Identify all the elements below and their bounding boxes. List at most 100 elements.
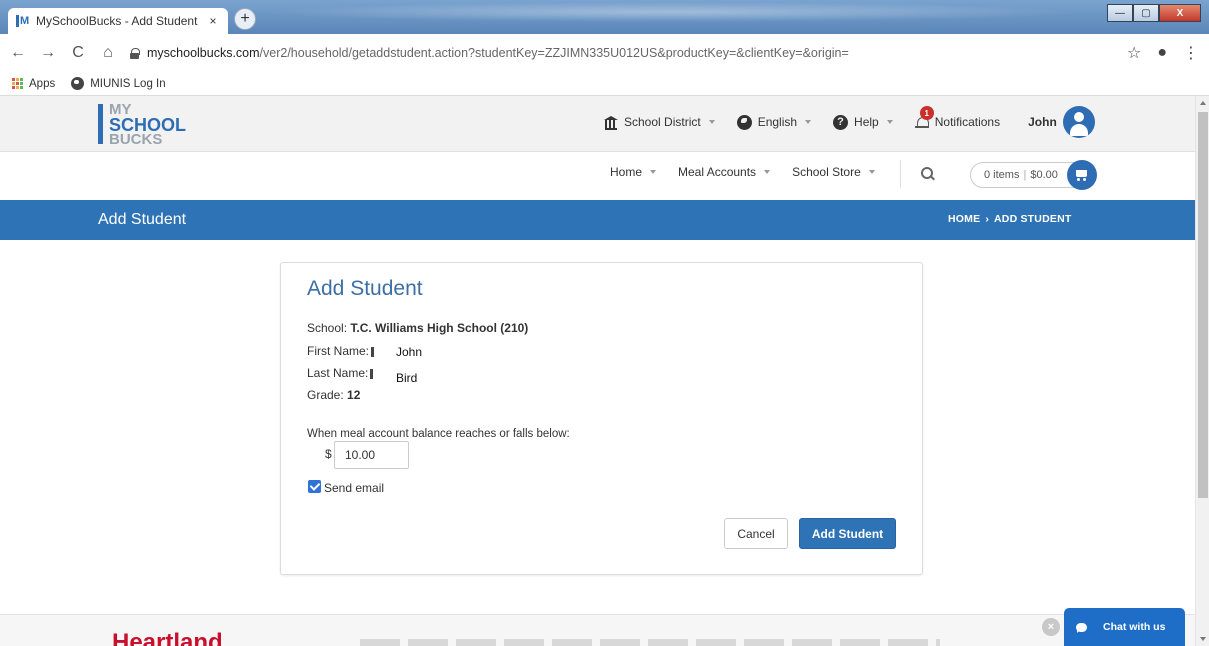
school-district-label: School District	[624, 115, 701, 129]
url-host: myschoolbucks.com	[147, 46, 260, 60]
school-label: School:	[307, 321, 348, 335]
chevron-down-icon	[886, 120, 893, 124]
grade-label: Grade:	[307, 388, 344, 402]
bookmarks-bar: Apps MIUNIS Log In	[0, 72, 1209, 96]
nav-divider	[900, 160, 901, 188]
cart-button[interactable]	[1067, 160, 1097, 190]
forward-icon[interactable]: →	[40, 44, 56, 62]
bookmark-miunis[interactable]: MIUNIS Log In	[71, 77, 166, 90]
user-menu[interactable]: John	[1028, 106, 1095, 138]
chevron-down-icon	[708, 120, 715, 124]
notifications-link[interactable]: 1 Notifications	[914, 106, 1001, 129]
last-name-value: Bird	[396, 371, 418, 385]
address-bar-actions: ☆ ● ⋮	[1127, 43, 1199, 63]
breadcrumb-home[interactable]: HOME	[948, 213, 980, 225]
add-student-button[interactable]: Add Student	[799, 518, 896, 549]
first-name-label: First Name:	[307, 344, 370, 358]
chat-dismiss-button[interactable]: ×	[1042, 618, 1060, 636]
search-icon[interactable]	[921, 167, 935, 181]
address-bar[interactable]: myschoolbucks.com/ver2/household/getadds…	[130, 39, 1113, 67]
cart-total: $0.00	[1030, 169, 1058, 181]
help-menu[interactable]: ? Help	[833, 114, 893, 130]
cancel-button[interactable]: Cancel	[724, 518, 788, 549]
window-controls: — ▢ X	[1107, 4, 1201, 22]
cart-divider: |	[1023, 169, 1027, 181]
myschoolbucks-logo[interactable]: MY SCHOOL BUCKS	[98, 102, 208, 148]
redaction-mark	[371, 346, 375, 357]
nav-home-label: Home	[610, 165, 643, 179]
scroll-down-icon[interactable]	[1200, 637, 1206, 641]
grade-row: Grade: 12	[307, 388, 360, 402]
nav-school-store-label: School Store	[792, 165, 861, 179]
heartland-logo: Heartland	[112, 629, 223, 646]
maximize-button[interactable]: ▢	[1133, 4, 1159, 22]
last-name-row: Last Name:	[307, 366, 374, 380]
browser-titlebar: M MySchoolBucks - Add Student × + — ▢ X	[0, 0, 1209, 34]
send-email-checkbox[interactable]	[308, 480, 321, 493]
home-icon[interactable]: ⌂	[100, 44, 116, 62]
threshold-label: When meal account balance reaches or fal…	[307, 428, 570, 440]
cart-icon	[1075, 169, 1089, 181]
nav-home[interactable]: Home	[610, 165, 657, 179]
school-district-menu[interactable]: School District	[604, 115, 715, 130]
chevron-down-icon	[650, 170, 657, 174]
redaction-mark	[370, 368, 374, 379]
titlebar-glow	[260, 2, 1080, 22]
close-window-button[interactable]: X	[1159, 4, 1201, 22]
school-row: School: T.C. Williams High School (210)	[307, 321, 528, 335]
page-title: Add Student	[98, 211, 187, 228]
reload-icon[interactable]: C	[70, 44, 86, 62]
scroll-up-icon[interactable]	[1200, 101, 1206, 105]
school-value: T.C. Williams High School (210)	[350, 321, 529, 335]
url-path: /ver2/household/getaddstudent.action?stu…	[259, 46, 849, 60]
nav-school-store[interactable]: School Store	[792, 165, 875, 179]
grade-value: 12	[347, 388, 361, 402]
breadcrumb-separator-icon: ›	[985, 213, 990, 225]
globe-icon	[736, 114, 752, 130]
first-name-value: John	[396, 345, 423, 359]
user-name: John	[1028, 115, 1057, 129]
tab-close-icon[interactable]: ×	[206, 14, 220, 28]
breadcrumb-current: ADD STUDENT	[994, 213, 1072, 225]
footer-text-cropped	[360, 639, 940, 646]
help-icon: ?	[833, 114, 849, 130]
language-label: English	[757, 115, 798, 129]
language-menu[interactable]: English	[736, 114, 812, 130]
tab-title: MySchoolBucks - Add Student	[36, 14, 198, 28]
form-title: Add Student	[307, 277, 423, 300]
notifications-label: Notifications	[934, 115, 1001, 129]
apps-icon	[12, 78, 23, 89]
account-icon[interactable]: ●	[1157, 44, 1167, 62]
cart-item-count: 0 items	[984, 169, 1020, 181]
school-building-icon	[604, 116, 618, 130]
logo-line-bucks: BUCKS	[109, 131, 163, 148]
chat-with-us-button[interactable]: Chat with us	[1064, 608, 1185, 646]
notification-count-badge: 1	[919, 106, 934, 120]
browser-tab[interactable]: M MySchoolBucks - Add Student ×	[8, 8, 228, 34]
bookmark-apps[interactable]: Apps	[12, 78, 55, 90]
cart-summary[interactable]: 0 items | $0.00	[970, 160, 1097, 190]
currency-symbol: $	[325, 447, 332, 461]
page-scrollbar[interactable]	[1195, 96, 1209, 646]
chat-bubble-icon	[1076, 622, 1087, 633]
send-email-label[interactable]: Send email	[324, 481, 384, 495]
threshold-amount-input[interactable]	[334, 441, 409, 469]
breadcrumb: HOME › ADD STUDENT	[948, 213, 1071, 225]
chat-label: Chat with us	[1103, 621, 1166, 633]
minimize-button[interactable]: —	[1107, 4, 1133, 22]
footer: Heartland	[0, 614, 1195, 646]
page-title-bar: Add Student HOME › ADD STUDENT	[0, 200, 1195, 240]
lock-icon	[130, 47, 140, 59]
browser-menu-icon[interactable]: ⋮	[1183, 43, 1199, 63]
scroll-thumb[interactable]	[1198, 112, 1208, 498]
site-favicon-icon: M	[16, 14, 30, 28]
help-label: Help	[854, 115, 879, 129]
back-icon[interactable]: ←	[10, 44, 26, 62]
address-row: ← → C ⌂ myschoolbucks.com/ver2/household…	[0, 34, 1209, 72]
nav-meal-accounts-label: Meal Accounts	[678, 165, 757, 179]
new-tab-button[interactable]: +	[234, 8, 256, 30]
bookmark-label: MIUNIS Log In	[90, 77, 166, 90]
nav-meal-accounts[interactable]: Meal Accounts	[678, 165, 771, 179]
bookmark-star-icon[interactable]: ☆	[1127, 43, 1141, 63]
chevron-down-icon	[805, 120, 812, 124]
